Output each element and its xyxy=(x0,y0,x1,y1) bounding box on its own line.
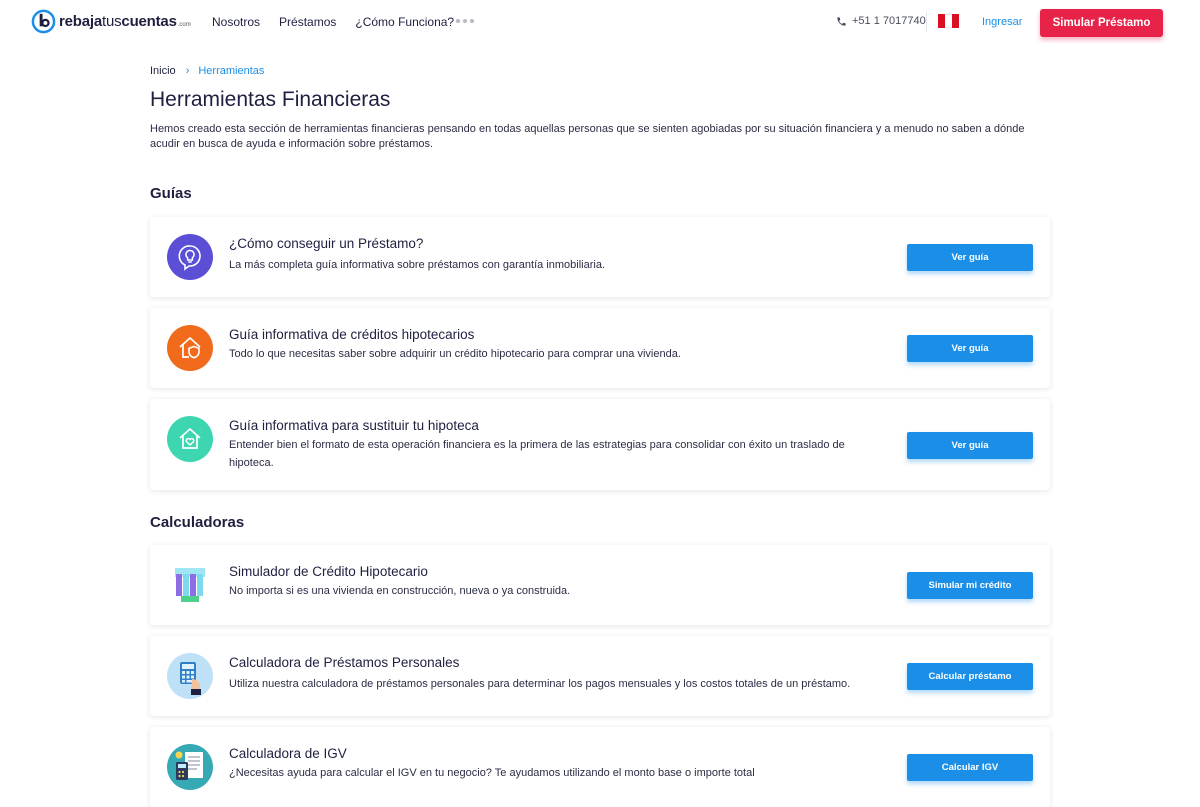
calculator-card: Calculadora de Préstamos Personales Util… xyxy=(150,636,1050,716)
card-description: Utiliza nuestra calculadora de préstamos… xyxy=(229,678,851,690)
peru-flag-icon[interactable] xyxy=(938,14,959,28)
card-description: La más completa guía informativa sobre p… xyxy=(229,259,606,271)
simulate-loan-button[interactable]: Simular Préstamo xyxy=(1040,9,1163,37)
header-divider xyxy=(926,12,927,32)
guides-section-title: Guías xyxy=(150,185,192,202)
calculator-card: Calculadora de IGV ¿Necesitas ayuda para… xyxy=(150,727,1050,807)
nav-prestamos[interactable]: Préstamos xyxy=(279,15,336,29)
page-title: Herramientas Financieras xyxy=(150,88,391,111)
breadcrumb-home[interactable]: Inicio xyxy=(150,65,176,77)
main-nav: Nosotros Préstamos ¿Cómo Funciona? xyxy=(212,15,473,29)
view-guide-button[interactable]: Ver guía xyxy=(907,432,1033,459)
phone-icon xyxy=(837,16,846,26)
view-guide-button[interactable]: Ver guía xyxy=(907,244,1033,271)
chevron-right-icon: › xyxy=(185,65,190,77)
card-title: Guía informativa para sustituir tu hipot… xyxy=(229,418,479,433)
card-title: Calculadora de Préstamos Personales xyxy=(229,655,460,670)
card-description: Todo lo que necesitas saber sobre adquir… xyxy=(229,348,681,360)
calculator-card: Simulador de Crédito Hipotecario No impo… xyxy=(150,545,1050,625)
nav-nosotros[interactable]: Nosotros xyxy=(212,15,260,29)
nav-como-funciona[interactable]: ¿Cómo Funciona? xyxy=(355,15,454,29)
card-title: Simulador de Crédito Hipotecario xyxy=(229,564,428,579)
house-shield-icon xyxy=(167,325,213,371)
guide-card: Guía informativa para sustituir tu hipot… xyxy=(150,399,1050,490)
calculators-section-title: Calculadoras xyxy=(150,514,245,531)
logo-suffix: .com xyxy=(177,22,191,28)
brand-logo[interactable]: rebajatuscuentas .com xyxy=(31,9,191,34)
logo-icon xyxy=(31,9,56,34)
intro-paragraph: Hemos creado esta sección de herramienta… xyxy=(150,123,1025,150)
view-guide-button[interactable]: Ver guía xyxy=(907,335,1033,362)
ellipsis-icon[interactable] xyxy=(456,19,474,23)
card-description: Entender bien el formato de esta operaci… xyxy=(229,439,845,469)
calculate-loan-button[interactable]: Calcular préstamo xyxy=(907,663,1033,690)
house-heart-icon xyxy=(167,416,213,462)
phone-contact[interactable]: +51 1 7017740 xyxy=(836,15,926,27)
card-title: ¿Cómo conseguir un Préstamo? xyxy=(229,236,424,251)
card-title: Guía informativa de créditos hipotecario… xyxy=(229,327,475,342)
breadcrumb-current: Herramientas xyxy=(198,65,265,77)
guide-card: ¿Cómo conseguir un Préstamo? La más comp… xyxy=(150,217,1050,297)
invoice-calculator-icon xyxy=(167,744,213,790)
lightbulb-chat-icon xyxy=(167,234,213,280)
card-description: No importa si es una vivienda en constru… xyxy=(229,585,571,597)
simulate-credit-button[interactable]: Simular mi crédito xyxy=(907,572,1033,599)
top-navbar: rebajatuscuentas .com Nosotros Préstamos… xyxy=(0,0,1200,46)
breadcrumb: Inicio › Herramientas xyxy=(150,65,264,77)
guide-card: Guía informativa de créditos hipotecario… xyxy=(150,308,1050,388)
building-icon xyxy=(167,562,213,608)
card-title: Calculadora de IGV xyxy=(229,746,347,761)
phone-number: +51 1 7017740 xyxy=(852,15,926,27)
card-description: ¿Necesitas ayuda para calcular el IGV en… xyxy=(229,767,755,779)
calculator-hand-icon xyxy=(167,653,213,699)
login-link[interactable]: Ingresar xyxy=(982,16,1022,28)
calculate-igv-button[interactable]: Calcular IGV xyxy=(907,754,1033,781)
logo-wordmark: rebajatuscuentas xyxy=(59,13,177,30)
